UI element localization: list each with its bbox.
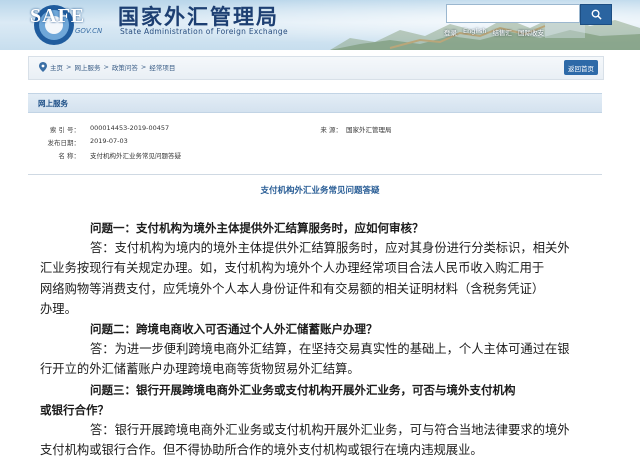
header-link[interactable]: 结售汇: [492, 27, 512, 37]
breadcrumb-separator: >: [103, 63, 109, 71]
meta-row: 名 称： 支付机构外汇业务常见问题答疑: [28, 150, 602, 163]
logo-text: SAFE: [30, 5, 86, 27]
article-body: 问题一：支付机构为境外主体提供外汇结算服务时，应如何审核？ 答：支付机构为境内的…: [40, 218, 596, 460]
breadcrumb-item-current-account[interactable]: 经常项目: [149, 62, 175, 72]
answer-line: 答：为进一步便利跨境电商外汇结算，在坚持交易真实性的基础上，个人主体可通过在银: [90, 342, 570, 357]
breadcrumb-item-policy-qa[interactable]: 政策问答: [112, 62, 138, 72]
question-3-cont: 或银行合作？: [40, 402, 109, 417]
meta-value: 国家外汇管理局: [346, 126, 392, 134]
question-3: 问题三：银行开展跨境电商外汇业务或支付机构开展外汇业务，可否与境外支付机构: [90, 382, 516, 397]
section-heading: 网上服务: [28, 93, 602, 113]
answer-line: 网络购物等消费支付，应凭境外个人本人身份证件和有交易额的相关证明材料（含税务凭证…: [40, 281, 545, 296]
document-title: 支付机构外汇业务常见问题答疑: [260, 186, 380, 196]
meta-label: 名 称：: [58, 152, 80, 160]
search-input[interactable]: [446, 4, 580, 23]
breadcrumb: 主页 > 网上服务 > 政策问答 > 经常项目: [39, 62, 175, 72]
answer-line: 答：银行开展跨境电商外汇业务或支付机构开展外汇业务，可与符合当地法律要求的境外: [90, 423, 570, 438]
back-home-button[interactable]: 返回首页: [564, 60, 598, 75]
breadcrumb-separator: >: [66, 63, 72, 71]
breadcrumb-separator: >: [140, 63, 147, 71]
search-icon: [591, 9, 602, 20]
question-2: 问题二：跨境电商收入可否通过个人外汇储蓄账户办理？: [90, 322, 378, 337]
meta-row: 发布日期： 2019-07-03: [28, 137, 602, 150]
answer-line: 答：支付机构为境内的境外主体提供外汇结算服务时，应对其身份进行分类标识，相关外: [90, 241, 570, 256]
meta-value: 支付机构外汇业务常见问题答疑: [90, 152, 181, 160]
breadcrumb-bar: 主页 > 网上服务 > 政策问答 > 经常项目 返回首页: [28, 56, 604, 80]
breadcrumb-item-online-service[interactable]: 网上服务: [74, 62, 100, 72]
header-link[interactable]: 登录: [444, 27, 457, 37]
breadcrumb-item-home[interactable]: 主页: [50, 62, 63, 72]
answer-line: 支付机构或银行合作。但不得协助所合作的境外支付机构或银行在境内违规展业。: [40, 443, 483, 458]
answer-line: 办理。: [40, 301, 77, 316]
meta-label: 索 引 号：: [49, 126, 80, 134]
logo-gov-text: GOV.CN: [75, 27, 103, 35]
section-title: 网上服务: [38, 99, 68, 108]
site-subtitle: State Administration of Foreign Exchange: [120, 27, 288, 36]
header-link[interactable]: English: [463, 27, 486, 37]
meta-row: 索 引 号： 000014453-2019-00457 来 源： 国家外汇管理局: [28, 124, 602, 137]
answer-line: 汇业务按现行有关规定办理。如，支付机构为境外个人办理经常项目合法人民币收入购汇用…: [40, 261, 545, 276]
location-pin-icon: [39, 62, 47, 72]
answer-line: 行开立的外汇储蓄账户办理跨境电商等货物贸易外汇结算。: [40, 362, 360, 377]
header-link[interactable]: 国际收支: [518, 27, 544, 37]
header-banner: SAFE GOV.CN 国家外汇管理局 State Administration…: [0, 0, 640, 50]
meta-label: 发布日期：: [47, 139, 81, 147]
search-button[interactable]: [580, 4, 612, 25]
meta-label: 来 源：: [320, 126, 342, 134]
question-1: 问题一：支付机构为境外主体提供外汇结算服务时，应如何审核？: [90, 221, 424, 235]
meta-value: 2019-07-03: [90, 137, 128, 145]
header-links: 登录 English 结售汇 国际收支: [444, 27, 544, 37]
meta-value: 000014453-2019-00457: [90, 124, 170, 132]
divider: [28, 174, 602, 175]
